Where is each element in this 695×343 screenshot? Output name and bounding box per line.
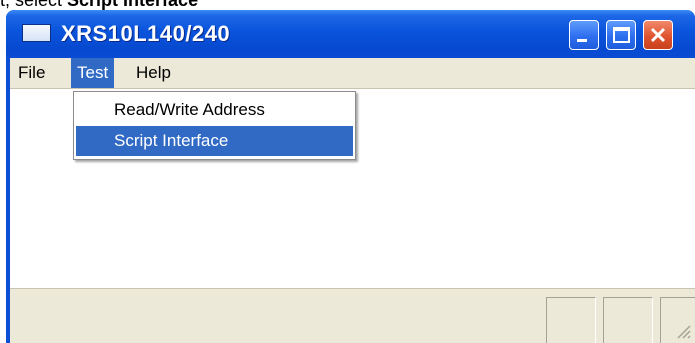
status-bar xyxy=(10,288,695,343)
app-window-icon xyxy=(22,24,51,42)
instruction-target: Script Interface xyxy=(67,0,199,10)
minimize-icon xyxy=(577,39,587,42)
application-window: XRS10L140/240 File Test Help xyxy=(6,10,695,343)
test-menu-dropdown: Read/Write Address Script Interface xyxy=(73,91,356,160)
close-button[interactable] xyxy=(643,20,673,50)
menu-test[interactable]: Test xyxy=(71,58,115,88)
resize-grip-icon[interactable] xyxy=(675,323,691,339)
minimize-button[interactable] xyxy=(569,20,599,50)
menu-item-read-write-address[interactable]: Read/Write Address xyxy=(76,95,353,125)
menu-help[interactable]: Help xyxy=(130,58,177,88)
status-pane xyxy=(603,297,653,343)
menu-file[interactable]: File xyxy=(12,58,51,88)
title-bar[interactable]: XRS10L140/240 xyxy=(6,10,695,58)
screenshot: t, select Script Interface XRS10L140/240… xyxy=(0,0,695,343)
maximize-icon xyxy=(613,27,630,43)
close-icon xyxy=(650,27,666,43)
instruction-text: t, select Script Interface xyxy=(0,0,198,10)
window-title: XRS10L140/240 xyxy=(61,21,231,46)
status-pane xyxy=(546,297,596,343)
maximize-button[interactable] xyxy=(606,20,636,50)
instruction-prefix: t, select xyxy=(0,0,68,10)
menu-item-script-interface[interactable]: Script Interface xyxy=(76,126,353,156)
menu-bar: File Test Help xyxy=(10,58,695,89)
